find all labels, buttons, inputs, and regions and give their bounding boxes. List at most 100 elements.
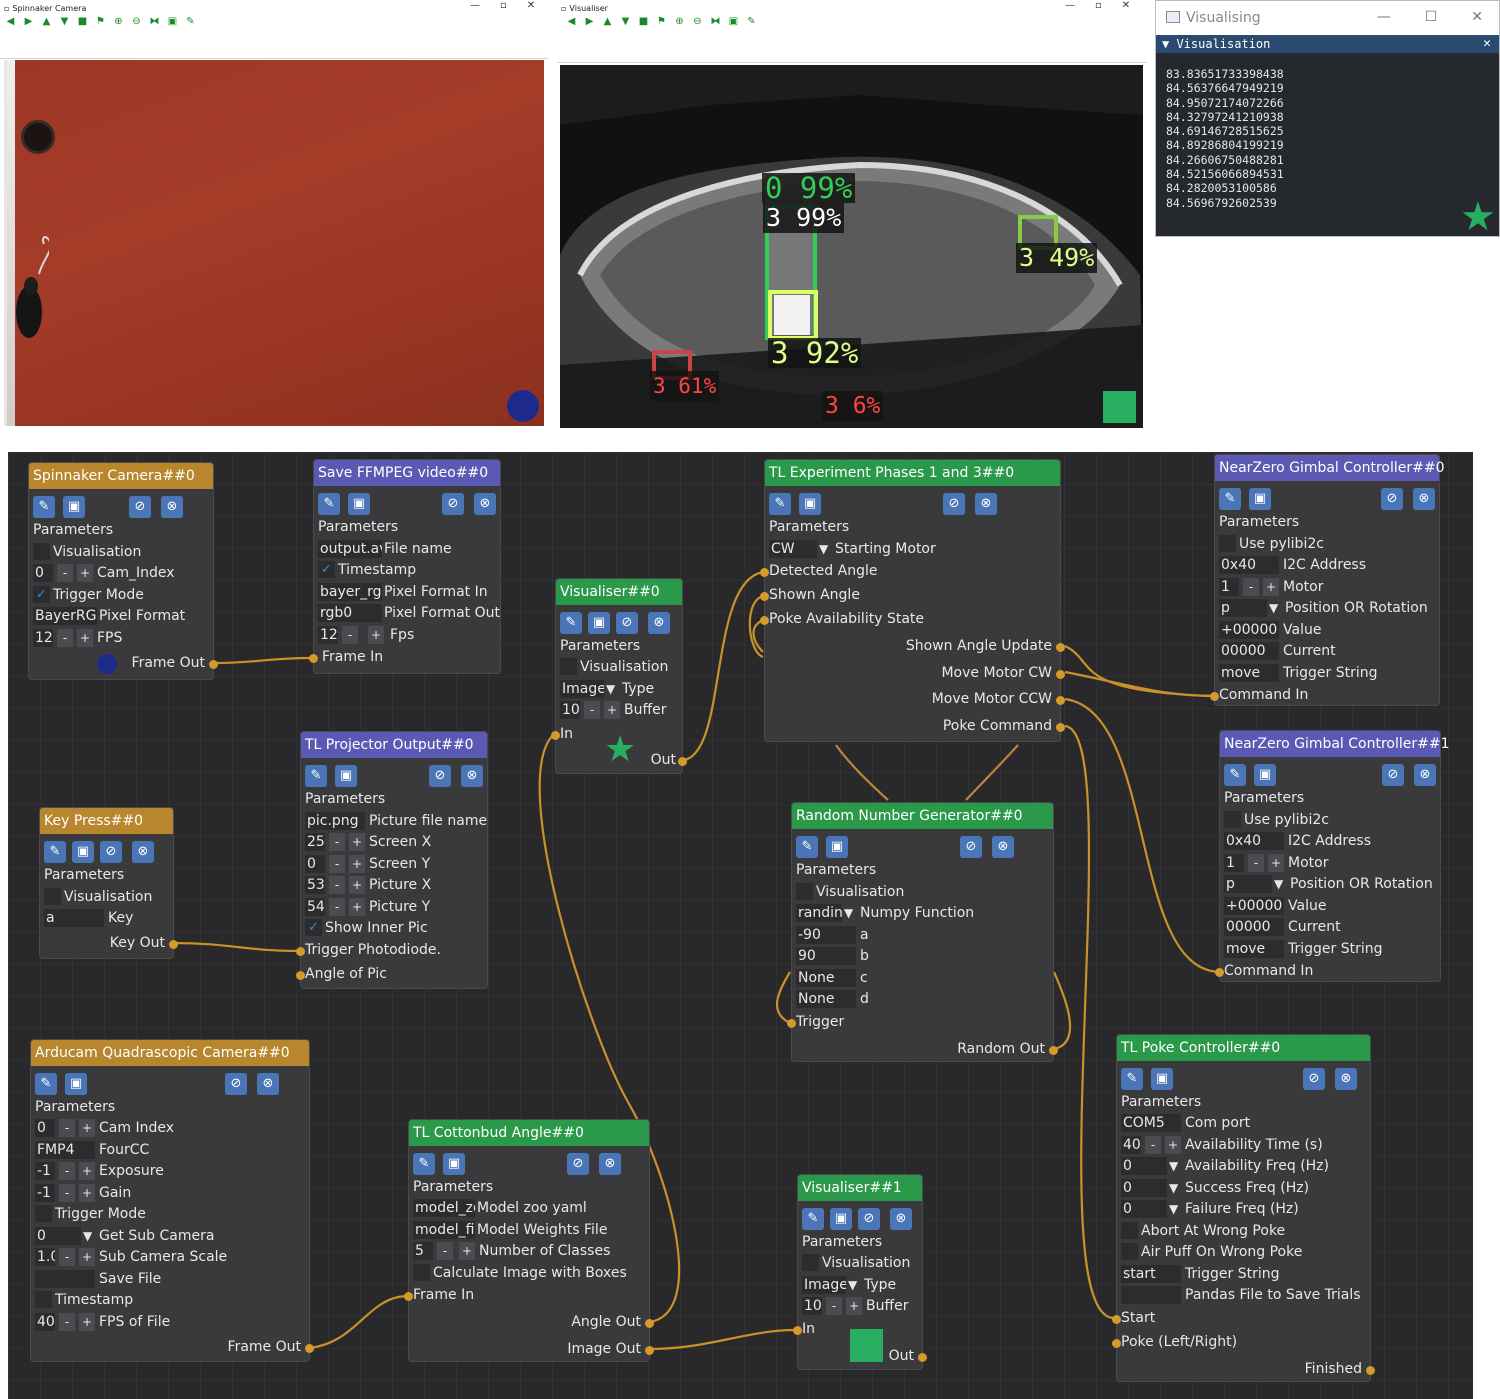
increment-button[interactable]: + — [349, 855, 365, 873]
decrement-button[interactable]: - — [329, 855, 345, 873]
gain-input[interactable]: -1 — [35, 1184, 55, 1202]
cam-index-input[interactable]: 0 — [35, 1119, 55, 1137]
picture-y-input[interactable]: 545 — [305, 898, 325, 916]
abort-checkbox[interactable] — [1121, 1222, 1138, 1239]
arrow-right-icon[interactable]: ▶ — [583, 16, 596, 27]
picture-x-input[interactable]: 535 — [305, 876, 325, 894]
increment-button[interactable]: + — [349, 898, 365, 916]
position-rotation-select[interactable]: p — [1219, 599, 1267, 617]
settings-icon[interactable]: ✎ — [1121, 1068, 1143, 1090]
failure-freq-select[interactable]: 0 — [1121, 1200, 1167, 1218]
save-icon[interactable]: ▣ — [63, 496, 85, 518]
input-pin[interactable] — [404, 1292, 413, 1301]
input-pin[interactable] — [309, 654, 318, 663]
fps-input[interactable]: 40 — [35, 1313, 55, 1331]
pixel-format-input[interactable]: BayerRG8 — [33, 607, 97, 625]
output-pin[interactable] — [1056, 696, 1065, 705]
save-icon[interactable]: ▣ — [65, 1073, 87, 1095]
node-title[interactable]: Save FFMPEG video##0 — [314, 460, 500, 486]
output-pin[interactable] — [209, 660, 218, 669]
close-icon[interactable]: ⊗ — [975, 493, 997, 515]
motor-input[interactable]: 1 — [1219, 578, 1239, 596]
panel-header[interactable]: ▼ Visualisation ✕ — [1156, 35, 1499, 53]
save-icon[interactable]: ▣ — [1254, 764, 1276, 786]
output-pin[interactable] — [678, 757, 687, 766]
node-title[interactable]: TL Experiment Phases 1 and 3##0 — [765, 460, 1060, 486]
decrement-button[interactable]: - — [59, 1162, 75, 1180]
node-title[interactable]: NearZero Gimbal Controller##1 — [1220, 731, 1450, 757]
close-button[interactable]: ✕ — [527, 0, 535, 11]
motor-input[interactable]: 1 — [1224, 854, 1244, 872]
increment-button[interactable]: + — [79, 1162, 95, 1180]
zoom-in-icon[interactable]: ⊕ — [112, 16, 125, 27]
decrement-button[interactable]: - — [437, 1242, 453, 1260]
close-icon[interactable]: ⊗ — [132, 841, 154, 863]
output-pin[interactable] — [1056, 670, 1065, 679]
com-port-input[interactable]: COM5 — [1121, 1114, 1181, 1132]
trigger-string-input[interactable]: start — [1121, 1265, 1181, 1283]
timestamp-checkbox[interactable]: ✓ — [318, 561, 335, 578]
arrow-down-icon[interactable]: ▼ — [619, 16, 632, 27]
disable-icon[interactable]: ⊘ — [442, 493, 464, 515]
c-input[interactable]: None — [796, 969, 856, 987]
a-input[interactable]: -90 — [796, 926, 856, 944]
key-input[interactable]: a — [44, 909, 104, 927]
increment-button[interactable]: + — [846, 1297, 862, 1315]
file-name-input[interactable]: output.avi — [318, 540, 382, 558]
close-icon[interactable]: ⊗ — [599, 1153, 621, 1175]
starting-motor-select[interactable]: CW — [769, 540, 817, 558]
input-pin[interactable] — [793, 1326, 802, 1335]
node-editor-canvas[interactable]: Spinnaker Camera##0 ✎ ▣ ⊘ ⊗ Parameters V… — [8, 452, 1473, 1399]
node-title[interactable]: Key Press##0 — [40, 808, 173, 834]
disable-icon[interactable]: ⊘ — [100, 841, 122, 863]
close-icon[interactable]: ⊗ — [461, 765, 483, 787]
sub-camera-scale-input[interactable]: 1.0 — [35, 1248, 55, 1266]
output-pin[interactable] — [1366, 1366, 1375, 1375]
output-pin[interactable] — [645, 1319, 654, 1328]
node-tl-poke-controller[interactable]: TL Poke Controller##0 ✎ ▣ ⊘ ⊗ Parameters… — [1112, 1034, 1375, 1382]
minimize-button[interactable]: — — [1065, 0, 1075, 11]
minimize-button[interactable]: — — [470, 0, 480, 11]
trigger-mode-checkbox[interactable] — [35, 1205, 52, 1222]
node-title[interactable]: TL Cottonbud Angle##0 — [409, 1120, 649, 1146]
save-icon[interactable]: ▣ — [166, 16, 179, 27]
node-title[interactable]: TL Projector Output##0 — [301, 732, 487, 758]
settings-icon[interactable]: ✎ — [1224, 764, 1246, 786]
numpy-function-select[interactable]: randint — [796, 904, 842, 922]
pandas-file-input[interactable] — [1121, 1286, 1181, 1304]
save-icon[interactable]: ▣ — [727, 16, 740, 27]
settings-icon[interactable]: ✎ — [44, 841, 66, 863]
save-icon[interactable]: ▣ — [335, 765, 357, 787]
increment-button[interactable]: + — [349, 876, 365, 894]
fit-icon[interactable]: ⧓ — [148, 16, 161, 27]
chevron-down-icon[interactable]: ▼ — [1169, 1199, 1178, 1219]
close-button[interactable]: ✕ — [1471, 9, 1483, 25]
input-pin[interactable] — [760, 616, 769, 625]
use-pylibi2c-checkbox[interactable] — [1219, 535, 1236, 552]
type-select[interactable]: Image — [560, 680, 604, 698]
disable-icon[interactable]: ⊘ — [567, 1153, 589, 1175]
properties-icon[interactable]: ✎ — [745, 16, 758, 27]
b-input[interactable]: 90 — [796, 947, 856, 965]
disable-icon[interactable]: ⊘ — [1303, 1068, 1325, 1090]
node-title[interactable]: NearZero Gimbal Controller##0 — [1215, 455, 1445, 481]
success-freq-select[interactable]: 0 — [1121, 1179, 1167, 1197]
arrow-right-icon[interactable]: ▶ — [22, 16, 35, 27]
decrement-button[interactable]: - — [1248, 854, 1264, 872]
save-icon[interactable]: ▣ — [1249, 488, 1271, 510]
air-puff-checkbox[interactable] — [1121, 1243, 1138, 1260]
save-icon[interactable]: ▣ — [826, 836, 848, 858]
fit-icon[interactable]: ⧓ — [709, 16, 722, 27]
decrement-button[interactable]: - — [329, 898, 345, 916]
settings-icon[interactable]: ✎ — [796, 836, 818, 858]
input-pin[interactable] — [1112, 1339, 1121, 1348]
decrement-button[interactable]: - — [1243, 578, 1259, 596]
node-title[interactable]: Arducam Quadrascopic Camera##0 — [31, 1040, 309, 1066]
screen-y-input[interactable]: 0 — [305, 855, 325, 873]
input-pin[interactable] — [760, 592, 769, 601]
chevron-down-icon[interactable]: ▼ — [819, 539, 828, 559]
increment-button[interactable]: + — [459, 1242, 475, 1260]
save-icon[interactable]: ▣ — [588, 612, 610, 634]
node-tl-projector-output[interactable]: TL Projector Output##0 ✎ ▣ ⊘ ⊗ Parameter… — [296, 731, 488, 989]
settings-icon[interactable]: ✎ — [35, 1073, 57, 1095]
